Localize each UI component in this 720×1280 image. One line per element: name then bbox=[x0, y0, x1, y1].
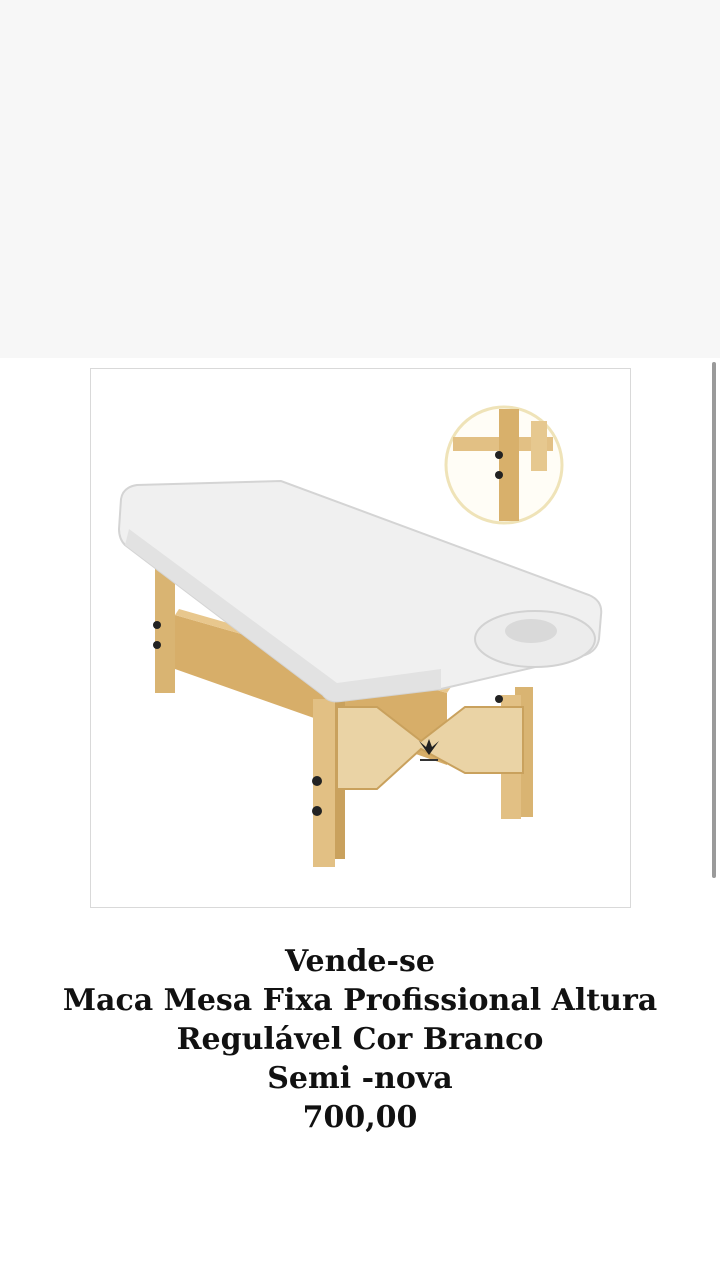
caption-line-color: Regulável Cor Branco bbox=[176, 1022, 544, 1057]
caption-line-condition: Semi -nova bbox=[267, 1061, 453, 1096]
scrollbar[interactable] bbox=[712, 362, 716, 878]
caption-price: 700,00 bbox=[302, 1100, 418, 1135]
post-caption: Vende-se Maca Mesa Fixa Profissional Alt… bbox=[0, 942, 720, 1137]
caption-line-product-name: Maca Mesa Fixa Profissional Altura bbox=[62, 983, 658, 1018]
zoom-detail-circle bbox=[444, 405, 564, 525]
product-image-frame[interactable] bbox=[90, 368, 631, 908]
table-leg-back-left bbox=[155, 565, 175, 693]
caption-line-vende-se: Vende-se bbox=[285, 944, 435, 979]
top-blank-area bbox=[0, 0, 720, 358]
massage-table-image bbox=[117, 405, 603, 867]
